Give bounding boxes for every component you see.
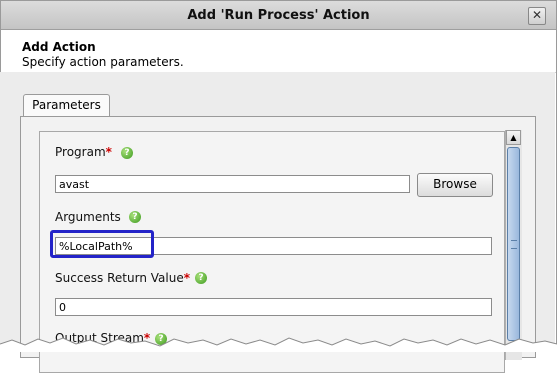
arrow-up-icon[interactable]: ▲ <box>506 130 521 145</box>
highlight-box <box>50 230 154 258</box>
dialog-header: Add Action Specify action parameters. <box>1 30 556 73</box>
close-icon[interactable]: ✕ <box>528 7 546 25</box>
help-icon[interactable]: ? <box>129 211 141 223</box>
success-return-input[interactable]: 0 <box>55 298 492 316</box>
header-subtitle: Specify action parameters. <box>22 55 184 69</box>
scrollbar-thumb[interactable] <box>507 147 520 341</box>
browse-button[interactable]: Browse <box>417 173 493 197</box>
header-title: Add Action <box>22 40 96 54</box>
program-label: Program* <box>55 145 112 159</box>
torn-edge <box>0 337 557 352</box>
help-icon[interactable]: ? <box>195 272 207 284</box>
vertical-scrollbar[interactable]: ▲ <box>505 130 522 360</box>
grip-icon <box>511 240 517 249</box>
success-return-label: Success Return Value* <box>55 271 190 285</box>
help-icon[interactable]: ? <box>121 147 133 159</box>
arguments-label: Arguments <box>55 210 121 224</box>
tab-parameters[interactable]: Parameters <box>23 94 110 116</box>
required-marker: * <box>183 271 190 285</box>
title-bar: Add 'Run Process' Action ✕ <box>1 1 556 30</box>
program-input[interactable]: avast <box>55 175 410 193</box>
required-marker: * <box>105 145 112 159</box>
window-title: Add 'Run Process' Action <box>187 8 370 23</box>
